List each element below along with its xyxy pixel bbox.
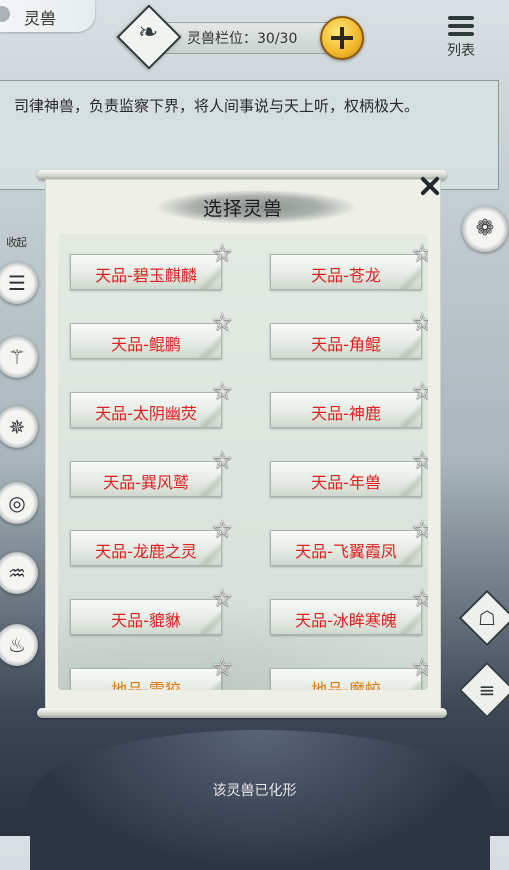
grass-decoration-icon [399, 474, 421, 496]
coil-icon[interactable]: ◎ [0, 482, 38, 524]
scroll-rod-bottom [37, 708, 447, 718]
beast-option-button[interactable]: 天品-冰眸寒魄 ☆ [270, 584, 428, 635]
favorite-star-icon[interactable]: ☆ [211, 446, 233, 474]
grass-decoration-icon [199, 267, 221, 289]
favorite-star-icon[interactable]: ☆ [211, 653, 233, 681]
favorite-star-icon[interactable]: ☆ [411, 584, 428, 612]
grass-decoration-icon [199, 681, 221, 690]
flame-icon[interactable]: ♨ [0, 624, 38, 666]
beast-option-button[interactable]: 地品-魔蛟 ☆ [270, 653, 428, 690]
beast-grid[interactable]: 天品-碧玉麒麟 ☆ 天品-苍龙 ☆ 天品-鲲鹏 ☆ 天品-角鲲 ☆ 天品-太阴幽荧 ☆ 天品-神鹿 ☆… [58, 234, 428, 690]
favorite-star-icon[interactable]: ☆ [411, 446, 428, 474]
beast-option-button[interactable]: 天品-角鲲 ☆ [270, 308, 428, 359]
favorite-star-icon[interactable]: ☆ [411, 239, 428, 267]
beast-option-button[interactable]: 天品-太阴幽荧 ☆ [70, 377, 233, 428]
grass-decoration-icon [199, 474, 221, 496]
scroll-rod-top [37, 170, 447, 180]
scroll-glyph-icon: ≡ [478, 678, 496, 702]
back-knob-icon [0, 6, 10, 22]
page-title: 灵兽 [24, 9, 57, 28]
grass-decoration-icon [399, 336, 421, 358]
left-sidebar: 收起 ☰ ⚚ ✵ ◎ ♒ ♨ [0, 200, 46, 760]
dragon-head-icon[interactable]: ✵ [0, 406, 38, 448]
favorite-star-icon[interactable]: ☆ [211, 584, 233, 612]
list-button[interactable]: 列表 [438, 14, 486, 60]
dragon-claw-icon[interactable]: ⚚ [0, 336, 38, 378]
slot-counter-label: 灵兽栏位：30/30 [187, 31, 298, 47]
status-text: 该灵兽已化形 [212, 783, 297, 799]
grass-decoration-icon [199, 336, 221, 358]
grass-decoration-icon [399, 405, 421, 427]
favorite-star-icon[interactable]: ☆ [411, 308, 428, 336]
crane-glyph-icon: ❧ [137, 18, 159, 46]
favorite-star-icon[interactable]: ☆ [411, 377, 428, 405]
favorite-star-icon[interactable]: ☆ [211, 308, 233, 336]
grass-decoration-icon [199, 543, 221, 565]
grass-decoration-icon [199, 405, 221, 427]
beast-option-button[interactable]: 地品-雷狡 ☆ [70, 653, 233, 690]
list-button-label: 列表 [447, 43, 475, 59]
dialog-title: 选择灵兽 [202, 198, 283, 220]
title-tab[interactable]: 灵兽 [0, 0, 95, 32]
collapse-label[interactable]: 收起 [6, 234, 27, 250]
favorite-star-icon[interactable]: ☆ [211, 377, 233, 405]
beast-description: 司律神兽，负责监察下界，将人间事说与天上听，权柄极大。 [14, 97, 420, 115]
grass-decoration-icon [399, 681, 421, 690]
list-icon [448, 16, 474, 38]
slot-counter: 灵兽栏位：30/30 [160, 22, 332, 54]
beast-option-button[interactable]: 天品-碧玉麒麟 ☆ [70, 239, 233, 290]
dragon-emblem-icon[interactable]: ❁ [462, 206, 508, 252]
beast-option-button[interactable]: 天品-龙鹿之灵 ☆ [70, 515, 233, 566]
close-icon[interactable] [416, 172, 444, 200]
beast-option-button[interactable]: 天品-年兽 ☆ [270, 446, 428, 497]
grass-decoration-icon [399, 267, 421, 289]
beast-option-button[interactable]: 天品-鲲鹏 ☆ [70, 308, 233, 359]
beast-option-button[interactable]: 天品-神鹿 ☆ [270, 377, 428, 428]
beast-option-button[interactable]: 天品-苍龙 ☆ [270, 239, 428, 290]
add-slot-button[interactable] [320, 16, 364, 60]
scroll-icon[interactable]: ☰ [0, 262, 38, 304]
favorite-star-icon[interactable]: ☆ [411, 515, 428, 543]
top-bar: 灵兽 灵兽栏位：30/30 ❧ 列表 [0, 0, 509, 76]
select-beast-dialog: 选择灵兽 天品-碧玉麒麟 ☆ 天品-苍龙 ☆ 天品-鲲鹏 ☆ 天品-角鲲 ☆ 天品-太阴幽荧 ☆ 天… [46, 180, 440, 710]
beast-option-button[interactable]: 天品-巽风鹫 ☆ [70, 446, 233, 497]
grass-decoration-icon [399, 543, 421, 565]
favorite-star-icon[interactable]: ☆ [211, 515, 233, 543]
beast-option-button[interactable]: 天品-貔貅 ☆ [70, 584, 233, 635]
grass-decoration-icon [199, 612, 221, 634]
shrine-icon: ☖ [478, 606, 496, 630]
arena-background [30, 730, 490, 870]
favorite-star-icon[interactable]: ☆ [411, 653, 428, 681]
beast-option-button[interactable]: 天品-飞翼霞凤 ☆ [270, 515, 428, 566]
favorite-star-icon[interactable]: ☆ [211, 239, 233, 267]
grass-decoration-icon [399, 612, 421, 634]
fish-icon[interactable]: ♒ [0, 552, 38, 594]
